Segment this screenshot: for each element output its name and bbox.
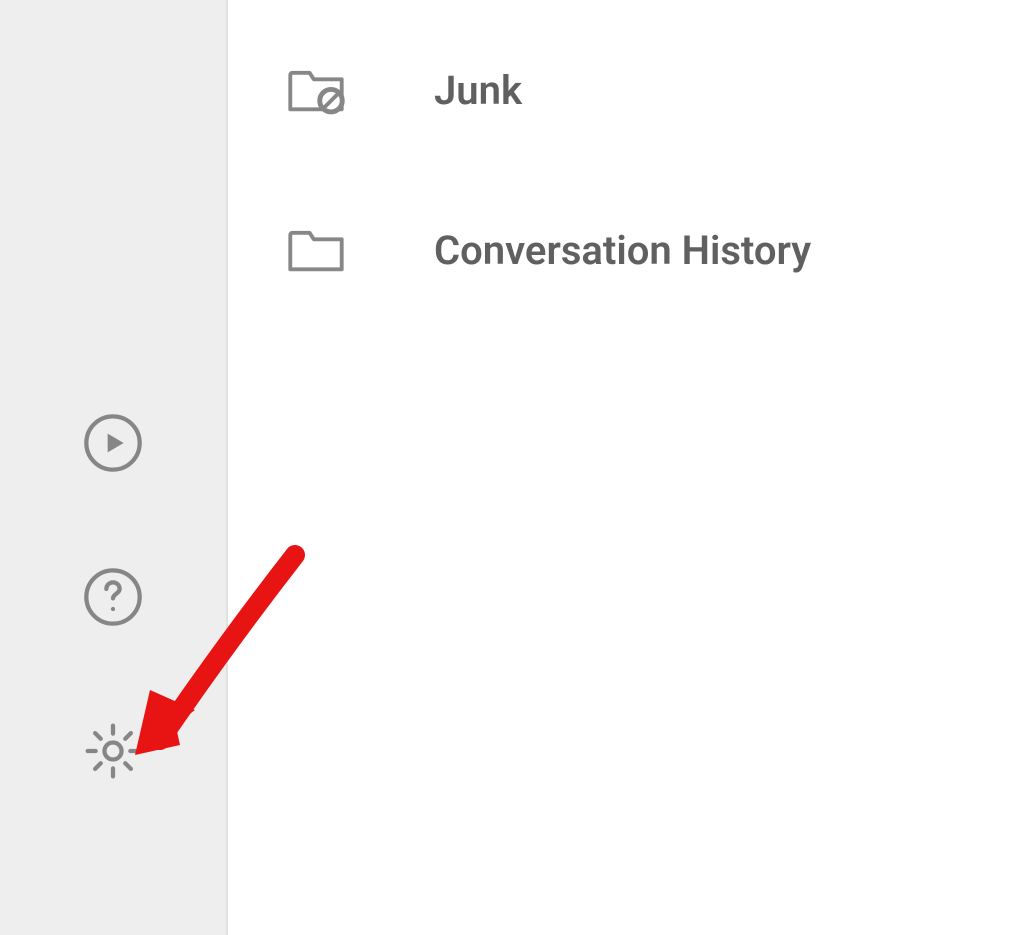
sidebar-narrow bbox=[0, 0, 228, 935]
folder-item-junk[interactable]: Junk bbox=[228, 30, 1024, 150]
folder-item-conversation-history[interactable]: Conversation History bbox=[228, 190, 1024, 310]
settings-button[interactable] bbox=[81, 721, 145, 785]
play-circle-icon bbox=[81, 411, 145, 479]
help-circle-icon bbox=[81, 565, 145, 633]
folder-junk-icon bbox=[286, 60, 346, 120]
play-button[interactable] bbox=[81, 413, 145, 477]
folder-label: Conversation History bbox=[434, 227, 811, 274]
folder-icon bbox=[286, 220, 346, 280]
help-button[interactable] bbox=[81, 567, 145, 631]
gear-icon bbox=[81, 719, 145, 787]
folder-label: Junk bbox=[434, 67, 522, 114]
folder-list: Junk Conversation History bbox=[228, 0, 1024, 935]
